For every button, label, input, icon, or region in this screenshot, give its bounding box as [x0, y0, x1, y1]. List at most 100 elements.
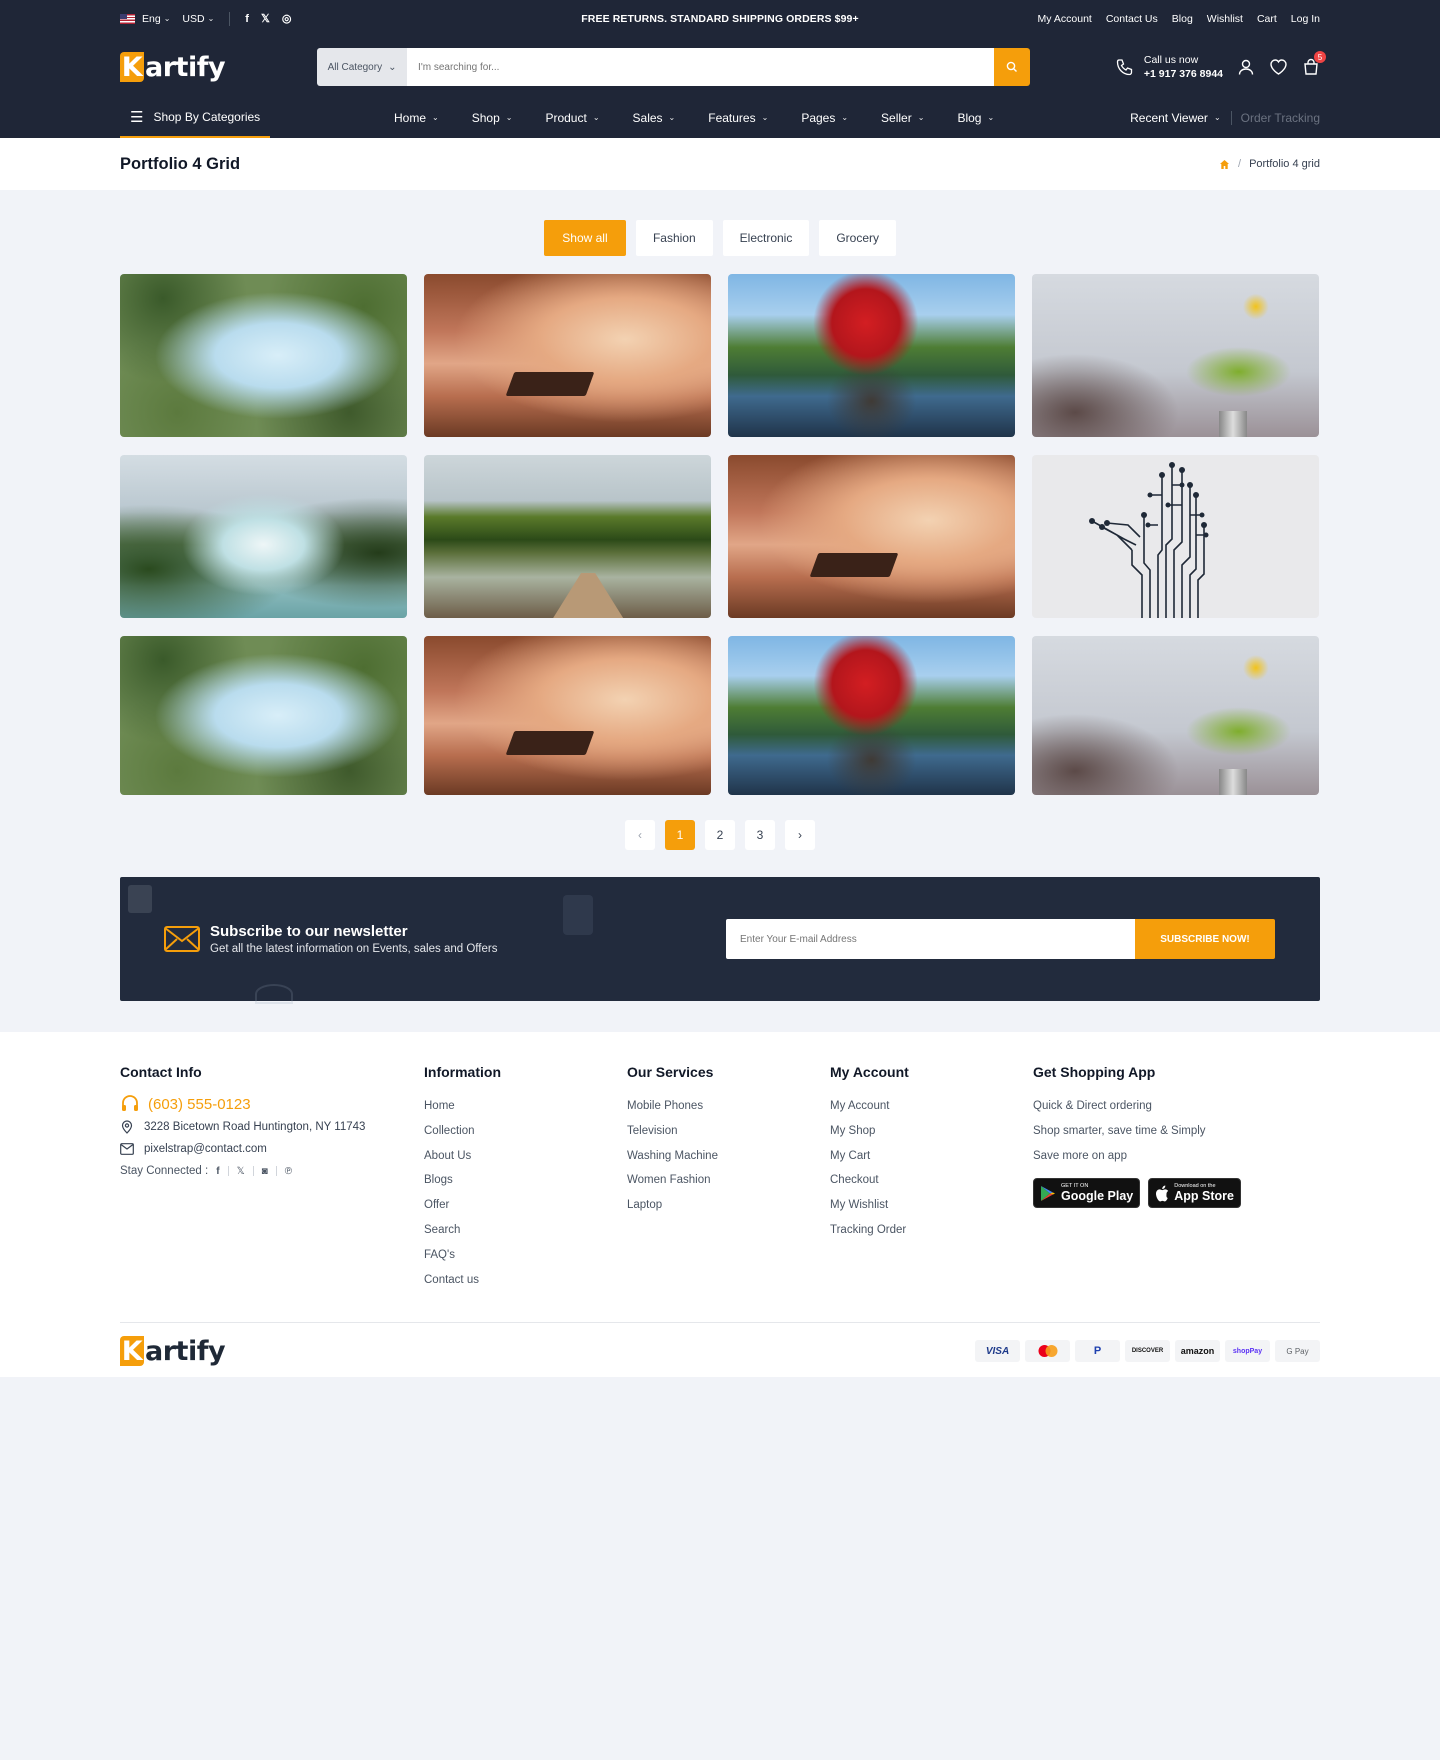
recent-viewer-dropdown[interactable]: Recent Viewer ⌄: [1130, 111, 1221, 125]
nav-sales[interactable]: Sales ⌄: [633, 111, 676, 125]
phone-icon: [1116, 59, 1133, 76]
footer-phone[interactable]: (603) 555-0123: [120, 1094, 424, 1114]
footer-link-women-fashion[interactable]: Women Fashion: [627, 1168, 830, 1193]
us-flag-icon: [120, 13, 135, 24]
footer-link-offer[interactable]: Offer: [424, 1193, 627, 1218]
portfolio-image-red-tree-island[interactable]: [728, 274, 1015, 437]
filter-grocery[interactable]: Grocery: [819, 220, 897, 256]
top-link-contact-us[interactable]: Contact Us: [1106, 13, 1158, 25]
call-us[interactable]: Call us now +1 917 376 8944: [1115, 53, 1223, 81]
portfolio-image-red-tree-island[interactable]: [728, 636, 1015, 795]
nav-blog[interactable]: Blog ⌄: [957, 111, 994, 125]
footer-link-checkout[interactable]: Checkout: [830, 1168, 1033, 1193]
footer-link-faqs[interactable]: FAQ's: [424, 1243, 627, 1268]
x-twitter-icon[interactable]: 𝕏: [237, 1166, 245, 1177]
footer-address: 3228 Bicetown Road Huntington, NY 11743: [120, 1120, 424, 1134]
chevron-down-icon: ⌄: [668, 113, 676, 122]
portfolio-image-misty-bench[interactable]: [728, 455, 1015, 618]
footer-link-television[interactable]: Television: [627, 1119, 830, 1144]
google-play-icon: [1041, 1185, 1055, 1201]
shop-by-categories-button[interactable]: ☰ Shop By Categories: [120, 97, 270, 138]
filter-fashion[interactable]: Fashion: [635, 220, 713, 256]
top-link-log-in[interactable]: Log In: [1291, 13, 1320, 25]
home-icon[interactable]: [1219, 159, 1230, 170]
prev-page-button[interactable]: ‹: [625, 820, 655, 850]
newsletter-form: SUBSCRIBE NOW!: [726, 919, 1275, 959]
instagram-icon[interactable]: ◙: [262, 1166, 268, 1177]
portfolio-image-forest-canopy[interactable]: [120, 636, 407, 795]
top-link-blog[interactable]: Blog: [1172, 13, 1193, 25]
google-play-badge[interactable]: GET IT ON Google Play: [1033, 1178, 1141, 1209]
newsletter-email-input[interactable]: [726, 919, 1135, 959]
footer-link-tracking-order[interactable]: Tracking Order: [830, 1218, 1033, 1243]
footer-link-my-wishlist[interactable]: My Wishlist: [830, 1193, 1033, 1218]
facebook-icon[interactable]: f: [245, 13, 249, 25]
nav-shop[interactable]: Shop ⌄: [472, 111, 513, 125]
top-link-my-account[interactable]: My Account: [1038, 13, 1092, 25]
app-store-badge[interactable]: Download on the App Store: [1148, 1178, 1241, 1209]
newsletter-subtitle: Get all the latest information on Events…: [210, 943, 498, 955]
site-logo[interactable]: Kartify: [120, 52, 226, 83]
chevron-down-icon: ⌄: [841, 113, 849, 122]
footer-link-blogs[interactable]: Blogs: [424, 1168, 627, 1193]
footer-email[interactable]: pixelstrap@contact.com: [120, 1143, 424, 1155]
filter-electronic[interactable]: Electronic: [722, 220, 810, 256]
chevron-down-icon: ⌄: [163, 14, 171, 23]
facebook-icon[interactable]: f: [216, 1166, 219, 1177]
search-button[interactable]: [994, 48, 1031, 86]
paypal-icon: P: [1075, 1340, 1120, 1363]
search-input[interactable]: [407, 48, 995, 86]
nav-pages[interactable]: Pages ⌄: [801, 111, 848, 125]
footer-link-collection[interactable]: Collection: [424, 1119, 627, 1144]
footer-link-my-account[interactable]: My Account: [830, 1094, 1033, 1119]
chevron-down-icon: ⌄: [432, 113, 439, 122]
user-icon[interactable]: [1237, 58, 1255, 76]
nav-features[interactable]: Features ⌄: [708, 111, 768, 125]
order-tracking-link[interactable]: Order Tracking: [1230, 110, 1320, 125]
stay-connected: Stay Connected : f 𝕏 ◙ ℗: [120, 1165, 293, 1177]
portfolio-image-misty-bench[interactable]: [424, 274, 711, 437]
decor-shape: [255, 984, 293, 1004]
footer-link-search[interactable]: Search: [424, 1218, 627, 1243]
footer-logo[interactable]: Kartify: [120, 1336, 226, 1367]
page-1[interactable]: 1: [665, 820, 695, 850]
footer-link-mobile-phones[interactable]: Mobile Phones: [627, 1094, 830, 1119]
nav-home[interactable]: Home ⌄: [394, 111, 439, 125]
portfolio-image-circuit-hand[interactable]: [1032, 455, 1319, 618]
x-twitter-icon[interactable]: 𝕏: [261, 12, 270, 25]
nav-product[interactable]: Product ⌄: [545, 111, 599, 125]
divider: [229, 11, 231, 26]
portfolio-image-forest-canopy[interactable]: [120, 274, 407, 437]
currency-selector[interactable]: USD ⌄: [182, 13, 214, 25]
subscribe-button[interactable]: SUBSCRIBE NOW!: [1135, 919, 1275, 959]
footer-link-washing-machine[interactable]: Washing Machine: [627, 1144, 830, 1169]
cart-icon[interactable]: 5: [1302, 51, 1326, 76]
page-2[interactable]: 2: [705, 820, 735, 850]
next-page-button[interactable]: ›: [785, 820, 815, 850]
portfolio-image-yellow-flower[interactable]: [1032, 274, 1319, 437]
footer-link-my-cart[interactable]: My Cart: [830, 1144, 1033, 1169]
footer-link-my-shop[interactable]: My Shop: [830, 1119, 1033, 1144]
nav-seller[interactable]: Seller ⌄: [881, 111, 924, 125]
footer-link-home[interactable]: Home: [424, 1094, 627, 1119]
portfolio-image-yellow-flower[interactable]: [1032, 636, 1319, 795]
portfolio-image-waterfall-gorge[interactable]: [120, 455, 407, 618]
breadcrumb: / Portfolio 4 grid: [1219, 158, 1320, 170]
portfolio-image-lake-pier[interactable]: [424, 455, 711, 618]
footer-link-laptop[interactable]: Laptop: [627, 1193, 830, 1218]
footer-services: Our Services Mobile Phones Television Wa…: [627, 1064, 830, 1292]
page-title: Portfolio 4 Grid: [120, 154, 241, 173]
search-category-select[interactable]: All Category ⌄: [317, 48, 408, 86]
footer-link-contact-us[interactable]: Contact us: [424, 1268, 627, 1293]
top-link-wishlist[interactable]: Wishlist: [1207, 13, 1243, 25]
top-link-cart[interactable]: Cart: [1257, 13, 1277, 25]
language-selector[interactable]: Eng ⌄: [120, 13, 170, 25]
heart-icon[interactable]: [1269, 58, 1288, 76]
instagram-icon[interactable]: ◎: [282, 12, 292, 25]
footer-link-about-us[interactable]: About Us: [424, 1144, 627, 1169]
pinterest-icon[interactable]: ℗: [285, 1166, 292, 1177]
page-3[interactable]: 3: [745, 820, 775, 850]
portfolio-image-misty-bench[interactable]: [424, 636, 711, 795]
mastercard-icon: [1025, 1340, 1070, 1363]
filter-show-all[interactable]: Show all: [543, 220, 626, 256]
